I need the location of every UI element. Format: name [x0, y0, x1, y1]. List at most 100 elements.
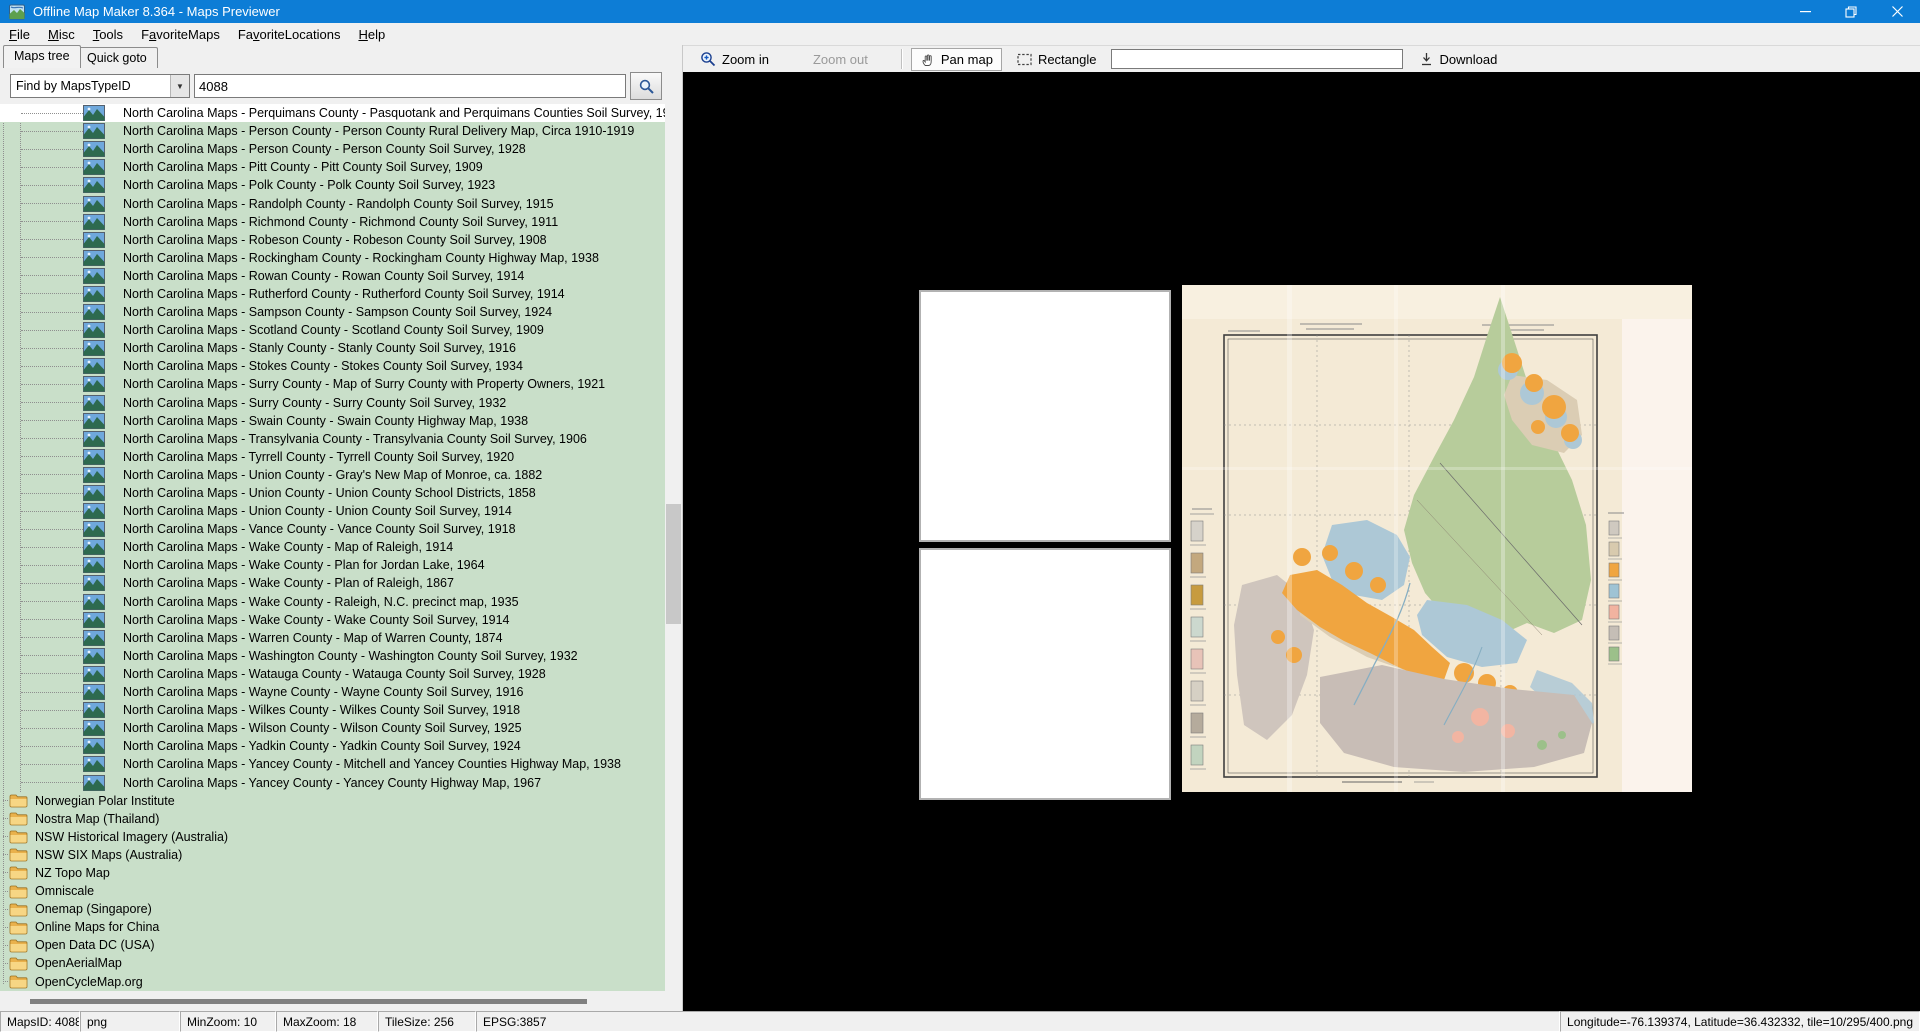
download-button[interactable]: Download: [1411, 48, 1506, 71]
menu-item[interactable]: File: [0, 24, 39, 45]
tree-item-map[interactable]: North Carolina Maps - Yadkin County - Ya…: [0, 737, 665, 755]
tree-item-map[interactable]: North Carolina Maps - Person County - Pe…: [0, 122, 665, 140]
tree-item-map[interactable]: North Carolina Maps - Pitt County - Pitt…: [0, 158, 665, 176]
tree-item-map[interactable]: North Carolina Maps - Person County - Pe…: [0, 140, 665, 158]
tree-item-label: North Carolina Maps - Warren County - Ma…: [123, 629, 503, 647]
status-panel: TileSize: 256: [378, 1011, 476, 1032]
tree-item-folder[interactable]: NZ Topo Map: [0, 864, 665, 882]
tree-item-map[interactable]: North Carolina Maps - Perquimans County …: [0, 104, 665, 122]
tree-item-map[interactable]: North Carolina Maps - Swain County - Swa…: [0, 412, 665, 430]
tree-item-map[interactable]: North Carolina Maps - Tyrrell County - T…: [0, 448, 665, 466]
tree-item-folder[interactable]: Onemap (Singapore): [0, 900, 665, 918]
maps-tree[interactable]: North Carolina Maps - Perquimans County …: [0, 104, 682, 991]
tree-item-map[interactable]: North Carolina Maps - Washington County …: [0, 647, 665, 665]
minimize-button[interactable]: [1782, 0, 1828, 23]
close-button[interactable]: [1874, 0, 1920, 23]
tree-item-map[interactable]: North Carolina Maps - Watauga County - W…: [0, 665, 665, 683]
tree-item-map[interactable]: North Carolina Maps - Scotland County - …: [0, 321, 665, 339]
pan-map-button[interactable]: Pan map: [911, 48, 1002, 71]
scrollbar-thumb[interactable]: [30, 999, 587, 1004]
tree-item-map[interactable]: North Carolina Maps - Randolph County - …: [0, 194, 665, 212]
menu-bar: File Misc Tools FavoriteMaps FavoriteLoc…: [0, 23, 1920, 45]
panel-tabs: Maps tree Quick goto: [0, 45, 682, 68]
tree-item-map[interactable]: North Carolina Maps - Surry County - Sur…: [0, 394, 665, 412]
scrollbar-thumb[interactable]: [666, 504, 681, 624]
search-button[interactable]: [630, 72, 662, 100]
tree-item-folder[interactable]: Nostra Map (Thailand): [0, 810, 665, 828]
tree-item-label: Online Maps for China: [35, 918, 159, 936]
menu-item[interactable]: Tools: [84, 24, 132, 45]
tree-item-label: North Carolina Maps - Perquimans County …: [123, 104, 682, 122]
download-path-input[interactable]: [1111, 49, 1403, 69]
tree-item-map[interactable]: North Carolina Maps - Warren County - Ma…: [0, 629, 665, 647]
tree-item-map[interactable]: North Carolina Maps - Richmond County - …: [0, 213, 665, 231]
tree-item-map[interactable]: North Carolina Maps - Surry County - Map…: [0, 375, 665, 393]
tree-item-map[interactable]: North Carolina Maps - Rockingham County …: [0, 249, 665, 267]
tree-item-label: North Carolina Maps - Stanly County - St…: [123, 339, 516, 357]
map-preview-image[interactable]: [1182, 285, 1692, 792]
map-image-icon: [83, 756, 105, 772]
tree-item-folder[interactable]: Open Data DC (USA): [0, 936, 665, 954]
menu-item[interactable]: Misc: [39, 24, 84, 45]
tree-item-map[interactable]: North Carolina Maps - Sampson County - S…: [0, 303, 665, 321]
tree-item-map[interactable]: North Carolina Maps - Yancey County - Ya…: [0, 773, 665, 791]
map-image-icon: [83, 413, 105, 429]
tree-vertical-scrollbar[interactable]: [665, 104, 682, 991]
map-image-icon: [83, 702, 105, 718]
folder-icon: [9, 884, 28, 899]
chevron-down-icon[interactable]: ▼: [170, 75, 189, 97]
tree-item-label: North Carolina Maps - Yadkin County - Ya…: [123, 737, 521, 755]
tree-item-map[interactable]: North Carolina Maps - Wake County - Plan…: [0, 556, 665, 574]
tree-item-folder[interactable]: Omniscale: [0, 882, 665, 900]
tree-horizontal-scrollbar[interactable]: [0, 991, 682, 1011]
rectangle-button[interactable]: Rectangle: [1008, 48, 1106, 71]
tree-item-folder[interactable]: Online Maps for China: [0, 918, 665, 936]
restore-button[interactable]: [1828, 0, 1874, 23]
map-image-icon: [83, 376, 105, 392]
tab-quick-goto[interactable]: Quick goto: [76, 47, 158, 68]
tree-item-map[interactable]: North Carolina Maps - Wake County - Wake…: [0, 611, 665, 629]
tree-item-folder[interactable]: NSW SIX Maps (Australia): [0, 846, 665, 864]
tree-item-map[interactable]: North Carolina Maps - Wilkes County - Wi…: [0, 701, 665, 719]
tree-item-map[interactable]: North Carolina Maps - Union County - Uni…: [0, 502, 665, 520]
tree-item-folder[interactable]: NSW Historical Imagery (Australia): [0, 828, 665, 846]
tree-item-map[interactable]: North Carolina Maps - Rowan County - Row…: [0, 267, 665, 285]
tree-item-label: OpenCycleMap.org: [35, 973, 143, 991]
find-by-combobox[interactable]: Find by MapsTypeID ▼: [10, 74, 190, 98]
tree-item-map[interactable]: North Carolina Maps - Union County - Gra…: [0, 466, 665, 484]
loading-tile: [919, 548, 1171, 800]
tree-item-map[interactable]: North Carolina Maps - Stokes County - St…: [0, 357, 665, 375]
map-image-icon: [83, 358, 105, 374]
tree-item-map[interactable]: North Carolina Maps - Wayne County - Way…: [0, 683, 665, 701]
tree-item-folder[interactable]: Norwegian Polar Institute: [0, 792, 665, 810]
tree-item-map[interactable]: North Carolina Maps - Wake County - Rale…: [0, 593, 665, 611]
tree-item-label: North Carolina Maps - Surry County - Sur…: [123, 394, 506, 412]
tree-item-map[interactable]: North Carolina Maps - Wake County - Plan…: [0, 574, 665, 592]
menu-item[interactable]: Help: [349, 24, 394, 45]
tree-item-map[interactable]: North Carolina Maps - Rutherford County …: [0, 285, 665, 303]
menu-item[interactable]: FavoriteLocations: [229, 24, 350, 45]
tree-item-map[interactable]: North Carolina Maps - Robeson County - R…: [0, 231, 665, 249]
tree-item-map[interactable]: North Carolina Maps - Stanly County - St…: [0, 339, 665, 357]
map-image-icon: [83, 720, 105, 736]
zoom-in-button[interactable]: Zoom in: [691, 47, 778, 71]
maps-type-id-input[interactable]: [194, 74, 626, 98]
tree-item-map[interactable]: North Carolina Maps - Transylvania Count…: [0, 430, 665, 448]
tree-item-label: North Carolina Maps - Vance County - Van…: [123, 520, 516, 538]
map-image-icon: [83, 775, 105, 791]
map-canvas[interactable]: [683, 72, 1920, 1011]
map-image-icon: [83, 684, 105, 700]
tree-item-map[interactable]: North Carolina Maps - Union County - Uni…: [0, 484, 665, 502]
tree-item-folder[interactable]: OpenCycleMap.org: [0, 973, 665, 991]
zoom-out-button[interactable]: Zoom out: [804, 48, 877, 71]
map-image-icon: [83, 521, 105, 537]
tree-item-map[interactable]: North Carolina Maps - Polk County - Polk…: [0, 176, 665, 194]
menu-item[interactable]: FavoriteMaps: [132, 24, 229, 45]
tree-item-map[interactable]: North Carolina Maps - Vance County - Van…: [0, 520, 665, 538]
tree-item-map[interactable]: North Carolina Maps - Wake County - Map …: [0, 538, 665, 556]
tree-item-folder[interactable]: OpenAerialMap: [0, 954, 665, 972]
tree-item-map[interactable]: North Carolina Maps - Wilson County - Wi…: [0, 719, 665, 737]
app-icon: [9, 4, 25, 20]
tab-maps-tree[interactable]: Maps tree: [3, 45, 81, 68]
tree-item-map[interactable]: North Carolina Maps - Yancey County - Mi…: [0, 755, 665, 773]
